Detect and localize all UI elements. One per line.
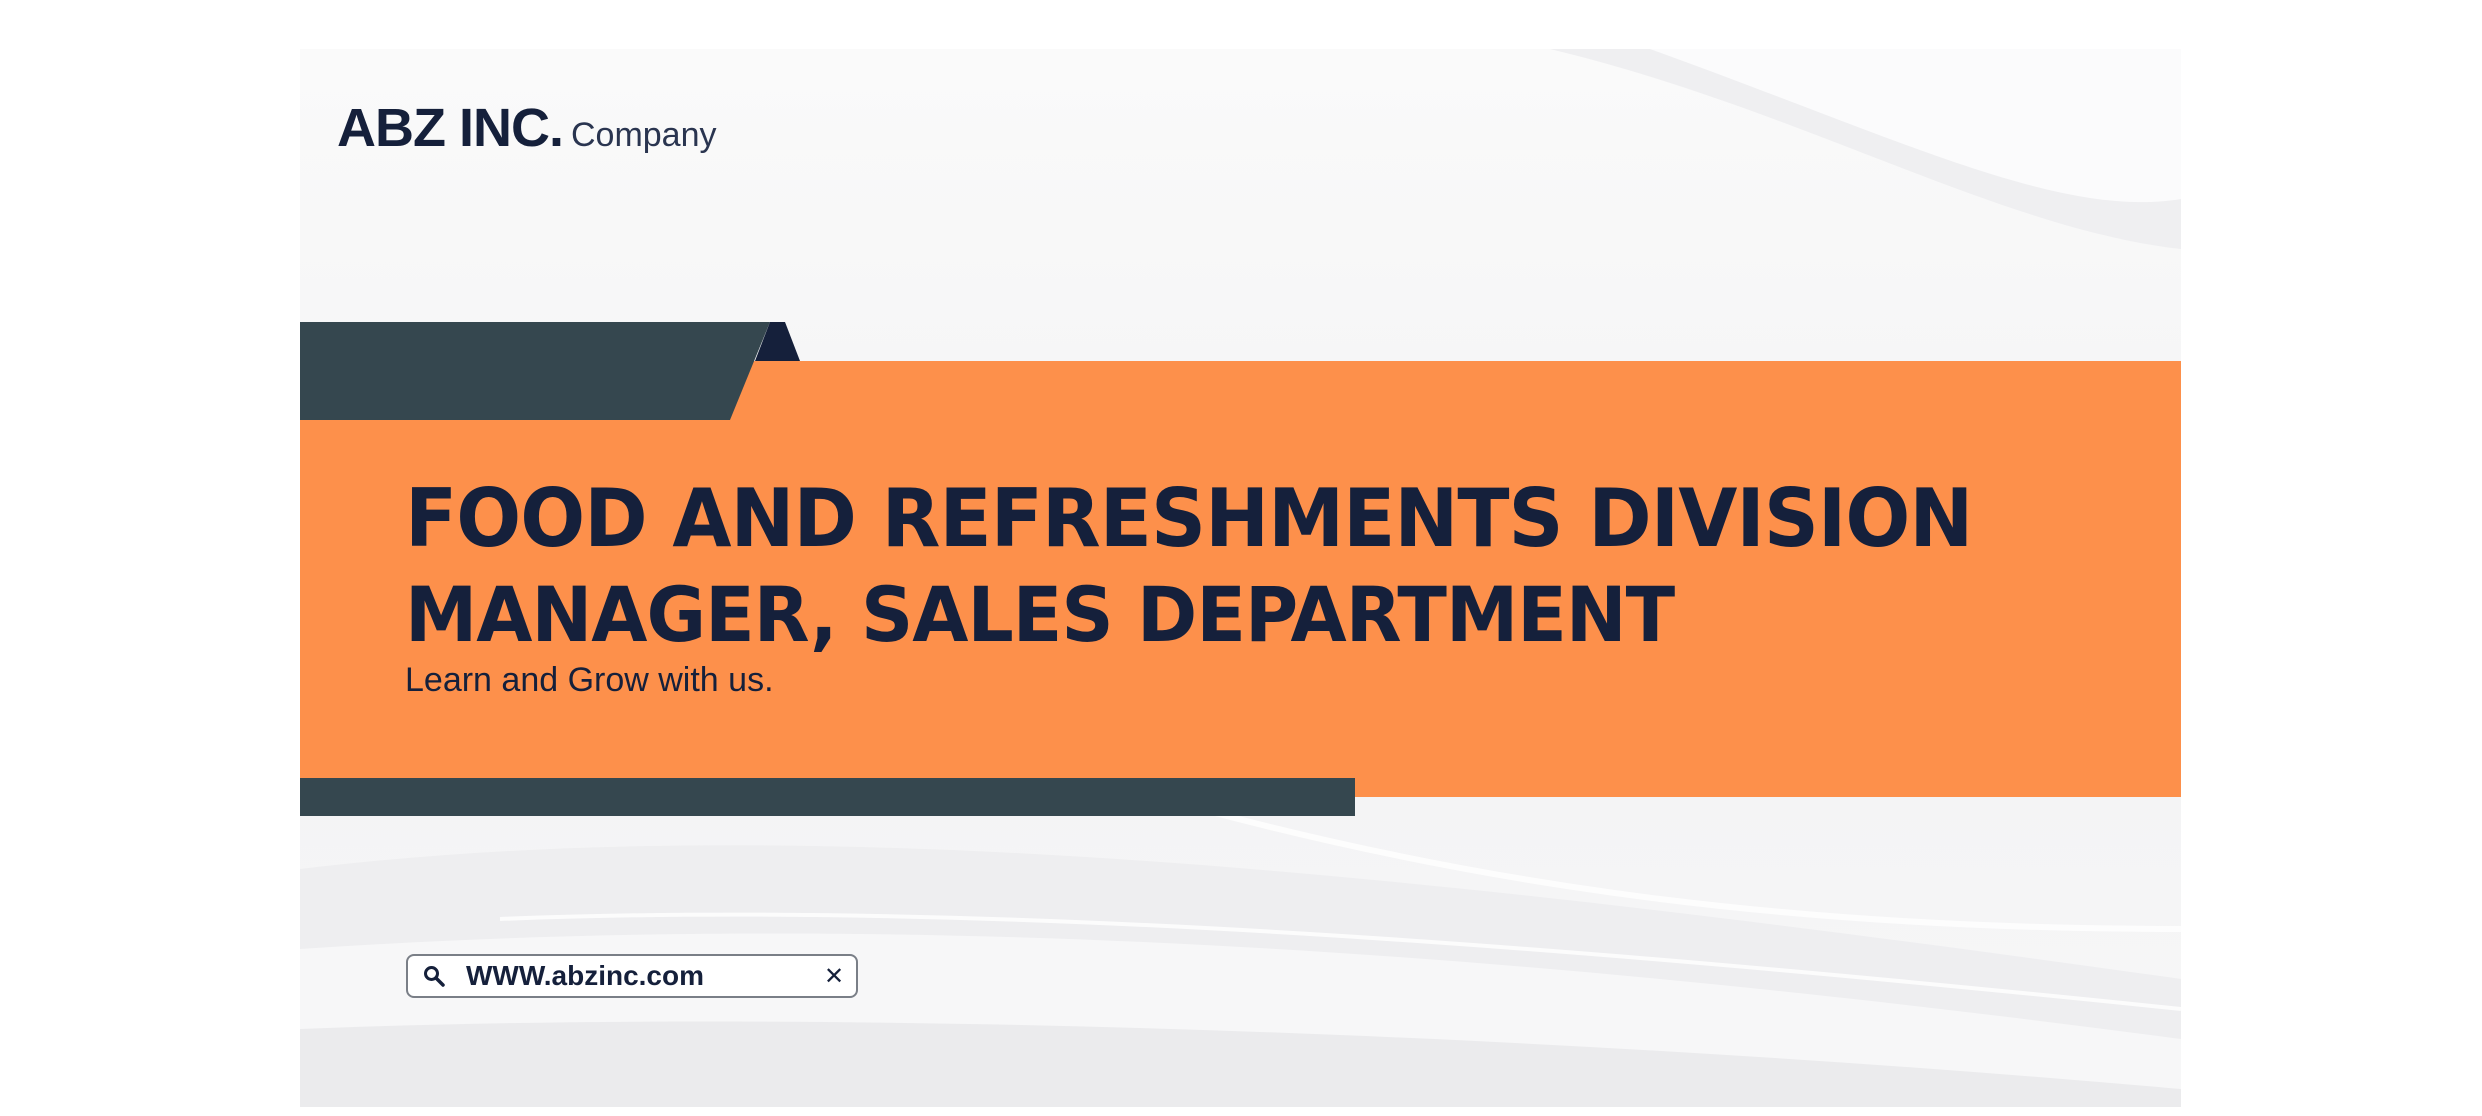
company-name: ABZ INC. — [337, 98, 564, 158]
headline-line-2: MANAGER, SALES DEPARTMENT — [405, 570, 1675, 659]
banner: ABZ INC. Company FOOD AND REFRESHMENTS DI… — [300, 49, 2181, 1107]
search-icon — [420, 962, 448, 990]
tagline: Learn and Grow with us. — [405, 661, 774, 699]
dark-accent-strip — [300, 778, 1355, 816]
url-bar[interactable]: WWW.abzinc.com ✕ — [406, 954, 858, 998]
url-text[interactable]: WWW.abzinc.com — [466, 960, 820, 992]
headline-line-1: FOOD AND REFRESHMENTS DIVISION — [405, 472, 1973, 565]
close-icon[interactable]: ✕ — [820, 962, 848, 990]
brand-logo: ABZ INC. Company — [337, 97, 717, 159]
dark-tab-shape — [300, 322, 800, 420]
company-label: Company — [570, 116, 717, 154]
headline: FOOD AND REFRESHMENTS DIVISION MANAGER, … — [405, 469, 2046, 661]
